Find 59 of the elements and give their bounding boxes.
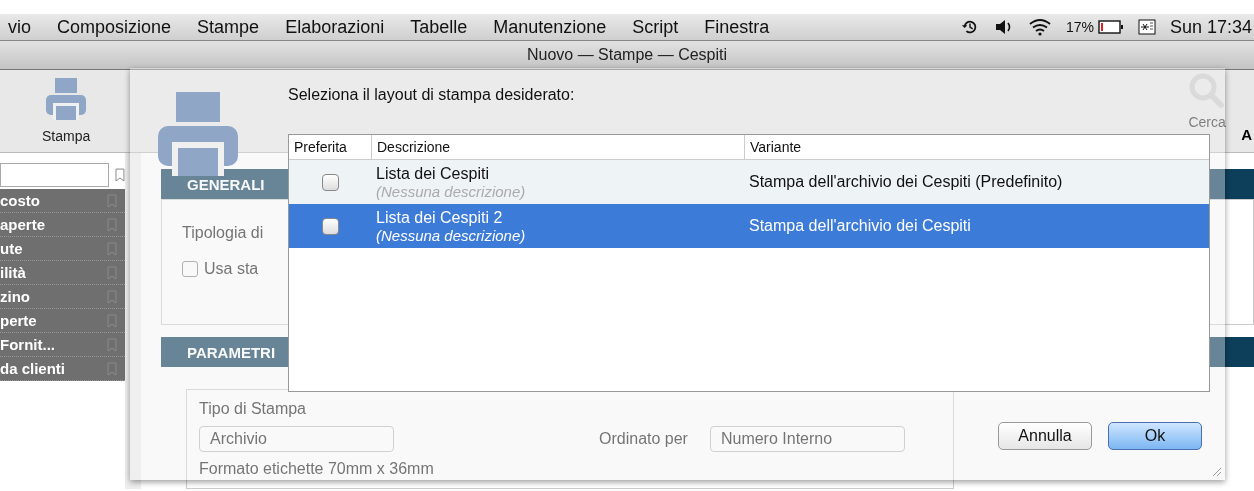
search-field[interactable] [0,163,110,187]
checkbox[interactable] [321,217,339,235]
cancel-button[interactable]: Annulla [998,422,1092,450]
menu-item[interactable]: vio [8,16,31,38]
field-label: Tipologia di [182,224,264,242]
sidebar-item[interactable]: da clienti [0,357,125,381]
bookmark-icon[interactable] [107,337,117,352]
bookmark-icon[interactable] [115,168,125,182]
column-header[interactable]: Preferita [289,135,371,159]
sidebar-item[interactable]: ilità [0,261,125,285]
resize-grip-icon[interactable] [1210,465,1222,477]
menu-clock[interactable]: Sun 17:34 [1169,16,1252,38]
field-label: Tipo di Stampa [199,400,306,418]
sidebar-item[interactable]: perte [0,309,125,333]
menu-item[interactable]: Composizione [57,16,172,38]
field-label: Ordinato per [599,430,688,448]
wifi-icon[interactable] [1027,18,1052,36]
menu-item[interactable]: Elaborazioni [285,16,385,38]
checkbox-label: Usa sta [204,260,259,278]
menu-item[interactable]: Manutenzione [493,16,607,38]
sidebar-item[interactable]: aperte [0,213,125,237]
dialog-prompt: Seleziona il layout di stampa desiderato: [288,86,576,104]
menu-item[interactable]: Stampe [197,16,260,38]
keyboard-input-icon[interactable] [1137,18,1156,36]
menu-item[interactable]: Finestra [704,16,770,38]
checkbox[interactable] [321,173,339,191]
battery-icon[interactable] [1097,18,1124,36]
layout-description: (Nessuna descrizione) [376,226,527,244]
table-row[interactable]: Lista dei Cespiti 2 (Nessuna descrizione) Stampa dell'archivio dei Cespiti [289,204,1209,248]
select-field[interactable]: Numero Interno [709,426,905,452]
bookmark-icon[interactable] [107,241,117,256]
sidebar-item[interactable]: ute [0,237,125,261]
menu-item[interactable]: Tabelle [410,16,468,38]
battery-percent: 17% [1065,19,1094,35]
bookmark-icon[interactable] [107,313,117,328]
bookmark-icon[interactable] [107,265,117,280]
select-field[interactable]: Archivio [199,426,394,452]
sidebar-item[interactable]: costo [0,189,125,213]
table-row[interactable]: Lista dei Cespiti (Nessuna descrizione) Stampa dell'archivio dei Cespiti (Predefinito) [289,160,1209,204]
layout-name: Lista dei Cespiti 2 [376,208,504,227]
column-header[interactable]: Variante [744,135,1209,159]
printer-icon [46,78,87,120]
layout-variant: Stampa dell'archivio dei Cespiti (Predefinito) [749,173,1063,191]
ok-button[interactable]: Ok [1108,422,1202,450]
bookmark-icon[interactable] [107,193,117,208]
format-text: Formato etichette 70mm x 36mm [199,460,434,478]
bookmark-icon[interactable] [107,289,117,304]
column-header[interactable]: Descrizione [371,135,744,159]
layout-variant: Stampa dell'archivio dei Cespiti [749,217,971,235]
checkbox[interactable] [182,261,198,277]
menu-item[interactable]: Script [632,16,679,38]
sidebar-item[interactable]: Fornit... [0,333,125,357]
toolbar-label[interactable]: A [1241,70,1252,143]
sidebar-item[interactable]: zino [0,285,125,309]
bookmark-icon[interactable] [107,361,117,376]
bookmark-icon[interactable] [107,217,117,232]
print-toolbar-button[interactable]: Stampa [38,70,95,152]
layout-description: (Nessuna descrizione) [376,182,527,200]
window-title: Nuovo — Stampe — Cespiti [526,46,728,64]
